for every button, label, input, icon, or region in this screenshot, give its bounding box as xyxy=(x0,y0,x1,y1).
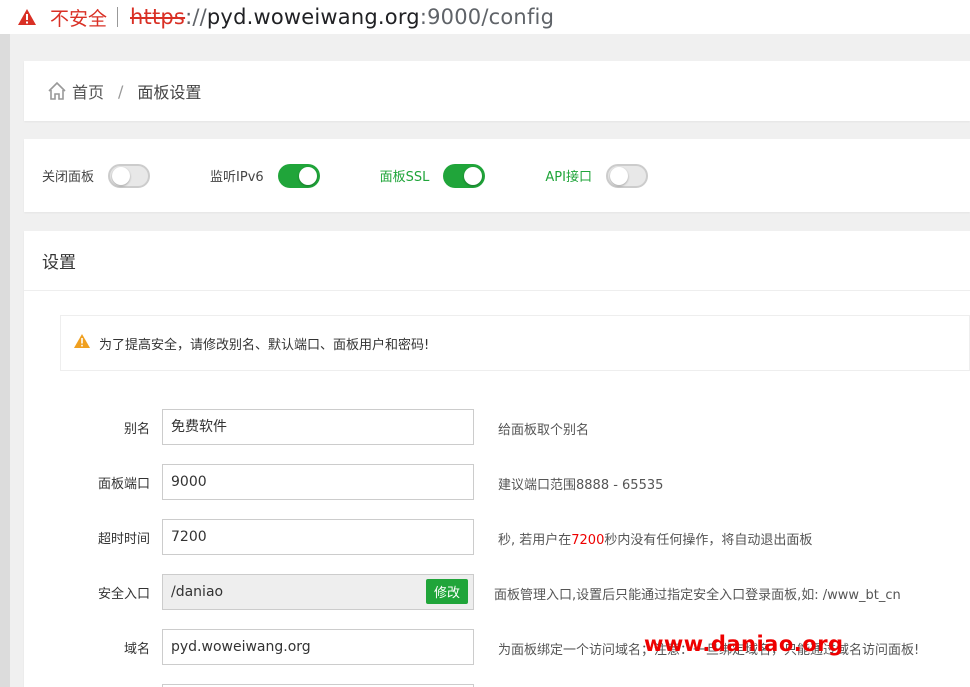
url-port: :9000 xyxy=(419,5,482,29)
switch-knob xyxy=(112,166,131,185)
toggle-api: API接口 xyxy=(545,163,648,188)
ssl-switch[interactable] xyxy=(443,163,486,188)
url-separator: :// xyxy=(185,5,207,29)
setting-row-entry: 安全入口 /daniao 修改 面板管理入口,设置后只能通过指定安全入口登录面板… xyxy=(24,574,970,610)
notice-text: 为了提高安全，请修改别名、默认端口、面板用户和密码! xyxy=(99,337,430,353)
api-switch[interactable] xyxy=(605,163,648,188)
settings-panel: 设置 为了提高安全，请修改别名、默认端口、面板用户和密码! 别名 免费软件 给面… xyxy=(24,231,970,687)
edit-entry-button[interactable]: 修改 xyxy=(426,579,468,604)
url-scheme: https xyxy=(130,5,186,29)
hint-prefix: 秒, 若用户在 xyxy=(498,533,572,548)
field-hint: 给面板取个别名 xyxy=(498,423,590,438)
warning-icon[interactable] xyxy=(16,6,38,28)
url-path: /config xyxy=(481,5,555,29)
security-notice: 为了提高安全，请修改别名、默认端口、面板用户和密码! xyxy=(60,315,970,371)
url-host: pyd.woweiwang.org xyxy=(206,5,420,29)
field-hint: 秒, 若用户在7200秒内没有任何操作，将自动退出面板 xyxy=(498,529,812,548)
url-text[interactable]: https://pyd.woweiwang.org:9000/config xyxy=(130,5,554,29)
toggle-ipv6: 监听IPv6 xyxy=(210,163,320,188)
switch-knob xyxy=(609,166,628,185)
breadcrumb-home[interactable]: 首页 xyxy=(72,79,104,103)
toggle-label: 监听IPv6 xyxy=(210,170,264,185)
toggle-label[interactable]: API接口 xyxy=(545,166,592,185)
toggle-label: 关闭面板 xyxy=(42,170,95,185)
timeout-input[interactable]: 7200 xyxy=(162,519,474,555)
toggle-bar: 关闭面板 监听IPv6 面板SSL API接口 xyxy=(24,139,970,212)
hint-timeout-value: 7200 xyxy=(571,533,605,548)
toggle-ssl: 面板SSL xyxy=(380,163,486,188)
breadcrumb-separator: / xyxy=(118,81,124,101)
alert-icon xyxy=(73,333,91,353)
switch-knob xyxy=(298,166,317,185)
setting-row-alias: 别名 免费软件 给面板取个别名 xyxy=(24,409,970,445)
field-hint: 建议端口范围8888 - 65535 xyxy=(498,478,664,493)
sidebar-edge xyxy=(0,34,10,687)
toggle-close-panel: 关闭面板 xyxy=(42,163,151,188)
insecure-label[interactable]: 不安全 xyxy=(50,4,107,31)
address-divider xyxy=(117,7,119,27)
breadcrumb: 首页 / 面板设置 xyxy=(24,61,970,121)
settings-title: 设置 xyxy=(24,231,970,291)
breadcrumb-current: 面板设置 xyxy=(137,83,202,102)
port-input[interactable]: 9000 xyxy=(162,464,474,500)
domain-input[interactable]: pyd.woweiwang.org xyxy=(162,629,474,665)
close-panel-switch[interactable] xyxy=(108,163,151,188)
field-label: 超时时间 xyxy=(97,532,150,547)
watermark: www.daniao.org xyxy=(644,632,844,656)
field-label: 别名 xyxy=(123,422,150,437)
field-label: 域名 xyxy=(123,642,150,657)
alias-input[interactable]: 免费软件 xyxy=(162,409,474,445)
field-label: 安全入口 xyxy=(97,587,150,602)
switch-knob xyxy=(464,166,483,185)
setting-row-port: 面板端口 9000 建议端口范围8888 - 65535 xyxy=(24,464,970,500)
toggle-label[interactable]: 面板SSL xyxy=(380,166,430,185)
home-icon[interactable] xyxy=(46,80,68,102)
field-label: 面板端口 xyxy=(97,477,150,492)
field-hint: 面板管理入口,设置后只能通过指定安全入口登录面板,如: /www_bt_cn xyxy=(494,588,901,603)
hint-suffix: 秒内没有任何操作，将自动退出面板 xyxy=(604,533,813,548)
ipv6-switch[interactable] xyxy=(277,163,320,188)
setting-row-timeout: 超时时间 7200 秒, 若用户在7200秒内没有任何操作，将自动退出面板 xyxy=(24,519,970,555)
address-bar[interactable]: 不安全 https://pyd.woweiwang.org:9000/confi… xyxy=(0,0,970,34)
